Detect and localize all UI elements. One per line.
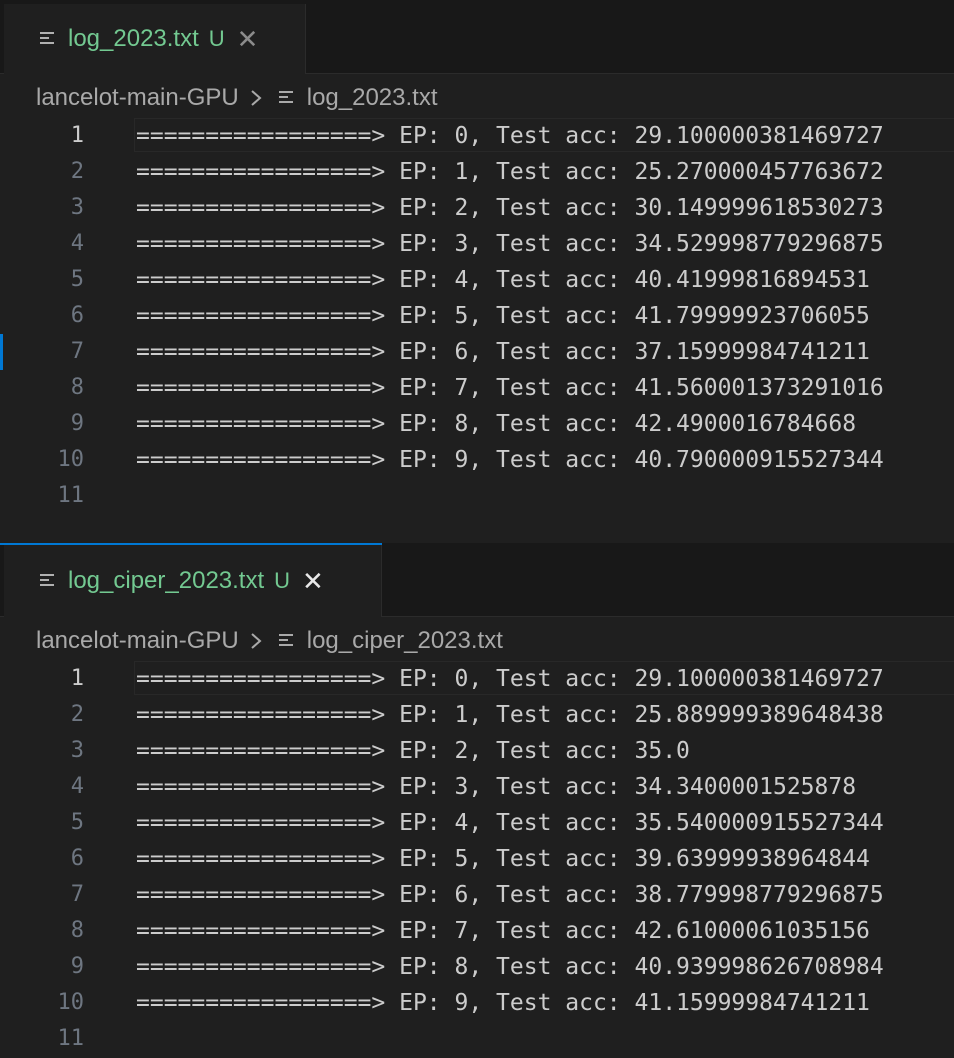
code-line[interactable]: 9 =================> EP: 8, Test acc: 40.…	[0, 949, 954, 985]
line-number: 5	[70, 267, 84, 292]
tab-bar: log_ciper_2023.txt U ✕	[0, 543, 954, 617]
line-text: =================> EP: 0, Test acc: 29.1…	[136, 123, 884, 149]
breadcrumb: lancelot-main-GPU log_ciper_2023.txt	[36, 621, 503, 661]
line-number: 5	[70, 810, 84, 835]
line-number: 4	[70, 774, 84, 799]
line-number: 6	[70, 846, 84, 871]
line-text: =================> EP: 9, Test acc: 41.1…	[136, 990, 870, 1016]
line-number: 11	[57, 1026, 85, 1051]
code-line[interactable]: 8 =================> EP: 7, Test acc: 41.…	[0, 370, 954, 406]
code-line[interactable]: 5 =================> EP: 4, Test acc: 40.…	[0, 262, 954, 298]
text-file-icon	[40, 32, 54, 44]
line-text: =================> EP: 2, Test acc: 30.1…	[136, 195, 884, 221]
line-number: 1	[70, 123, 84, 148]
line-number: 2	[70, 702, 84, 727]
code-line[interactable]: 6 =================> EP: 5, Test acc: 41.…	[0, 298, 954, 334]
code-line[interactable]: 3 =================> EP: 2, Test acc: 35.…	[0, 733, 954, 769]
line-text: =================> EP: 8, Test acc: 42.4…	[136, 411, 857, 437]
line-number: 1	[70, 666, 84, 691]
text-file-icon	[278, 91, 293, 103]
breadcrumb-folder[interactable]: lancelot-main-GPU	[36, 84, 239, 112]
line-number: 3	[70, 738, 84, 763]
tab-bar: log_2023.txt U ✕	[0, 0, 954, 74]
code-line[interactable]: 11	[0, 478, 954, 514]
line-text: =================> EP: 4, Test acc: 35.5…	[136, 810, 884, 836]
line-text: =================> EP: 6, Test acc: 37.1…	[136, 339, 870, 365]
line-text: =================> EP: 6, Test acc: 38.7…	[136, 882, 884, 908]
line-number: 7	[70, 882, 84, 907]
line-text: =================> EP: 5, Test acc: 39.6…	[136, 846, 870, 872]
breadcrumb-file[interactable]: log_2023.txt	[307, 84, 438, 112]
current-line[interactable]: 1 =================> EP: 0, Test acc: 29.…	[0, 118, 954, 154]
line-text: =================> EP: 1, Test acc: 25.2…	[136, 159, 884, 185]
line-text: =================> EP: 3, Test acc: 34.5…	[136, 231, 884, 257]
code-line[interactable]: 7 =================> EP: 6, Test acc: 37.…	[0, 334, 954, 370]
line-number: 3	[70, 195, 84, 220]
close-icon[interactable]: ✕	[237, 26, 259, 52]
breadcrumb: lancelot-main-GPU log_2023.txt	[36, 78, 438, 118]
tab-label: log_ciper_2023.txt	[68, 567, 265, 594]
line-number: 8	[70, 918, 84, 943]
line-number: 11	[57, 483, 85, 508]
line-number: 2	[70, 159, 84, 184]
code-line[interactable]: 7 =================> EP: 6, Test acc: 38.…	[0, 877, 954, 913]
chevron-right-icon	[251, 90, 262, 106]
breadcrumb-file[interactable]: log_ciper_2023.txt	[307, 627, 503, 655]
code-line[interactable]: 3 =================> EP: 2, Test acc: 30.…	[0, 190, 954, 226]
chevron-right-icon	[251, 633, 262, 649]
line-number: 6	[70, 303, 84, 328]
breadcrumb-folder[interactable]: lancelot-main-GPU	[36, 627, 239, 655]
code-line[interactable]: 2 =================> EP: 1, Test acc: 25.…	[0, 697, 954, 733]
line-text: =================> EP: 1, Test acc: 25.8…	[136, 702, 884, 728]
code-line[interactable]: 11	[0, 1021, 954, 1057]
close-icon[interactable]: ✕	[302, 568, 324, 594]
code-line[interactable]: 2 =================> EP: 1, Test acc: 25.…	[0, 154, 954, 190]
editor-group-top: log_2023.txt U ✕ lancelot-main-GPU log_2…	[0, 0, 954, 543]
untracked-badge: U	[274, 568, 291, 593]
code-line[interactable]: 4 =================> EP: 3, Test acc: 34.…	[0, 226, 954, 262]
code-line[interactable]: 10 =================> EP: 9, Test acc: 40…	[0, 442, 954, 478]
text-file-icon	[278, 634, 293, 646]
line-text: =================> EP: 7, Test acc: 42.6…	[136, 918, 870, 944]
line-number: 4	[70, 231, 84, 256]
code-line[interactable]: 5 =================> EP: 4, Test acc: 35.…	[0, 805, 954, 841]
scroll-indicator	[0, 334, 3, 370]
line-text: =================> EP: 2, Test acc: 35.0	[136, 738, 690, 764]
code-line[interactable]: 4 =================> EP: 3, Test acc: 34.…	[0, 769, 954, 805]
tab-log-2023[interactable]: log_2023.txt U ✕	[4, 4, 306, 74]
code-line[interactable]: 8 =================> EP: 7, Test acc: 42.…	[0, 913, 954, 949]
line-number: 10	[57, 447, 85, 472]
code-line[interactable]: 6 =================> EP: 5, Test acc: 39.…	[0, 841, 954, 877]
current-line[interactable]: 1 =================> EP: 0, Test acc: 29.…	[0, 661, 954, 697]
line-text: =================> EP: 9, Test acc: 40.7…	[136, 447, 884, 473]
line-number: 10	[57, 990, 85, 1015]
line-number: 9	[70, 411, 84, 436]
active-group-indicator	[0, 543, 382, 545]
line-number: 7	[70, 339, 84, 364]
line-number: 9	[70, 954, 84, 979]
editor-group-bottom: log_ciper_2023.txt U ✕ lancelot-main-GPU…	[0, 543, 954, 1058]
line-text: =================> EP: 4, Test acc: 40.4…	[136, 267, 870, 293]
line-text: =================> EP: 5, Test acc: 41.7…	[136, 303, 870, 329]
code-line[interactable]: 10 =================> EP: 9, Test acc: 41…	[0, 985, 954, 1021]
line-text: =================> EP: 0, Test acc: 29.1…	[136, 666, 884, 692]
text-file-icon	[40, 574, 54, 586]
tab-label: log_2023.txt	[68, 25, 199, 52]
untracked-badge: U	[208, 26, 225, 51]
line-text: =================> EP: 7, Test acc: 41.5…	[136, 375, 884, 401]
line-text: =================> EP: 8, Test acc: 40.9…	[136, 954, 884, 980]
line-number: 8	[70, 375, 84, 400]
code-line[interactable]: 9 =================> EP: 8, Test acc: 42.…	[0, 406, 954, 442]
line-text: =================> EP: 3, Test acc: 34.3…	[136, 774, 857, 800]
tab-log-ciper-2023[interactable]: log_ciper_2023.txt U ✕	[4, 545, 382, 617]
